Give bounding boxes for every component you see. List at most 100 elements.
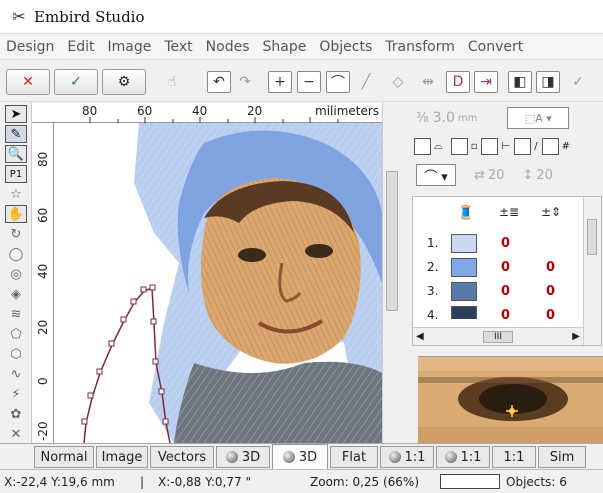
end-point-icon[interactable]: ⇥ bbox=[474, 71, 498, 93]
to-back-icon[interactable]: ◨ bbox=[536, 71, 560, 93]
remove-node-icon[interactable]: − bbox=[297, 71, 321, 93]
menu-shape[interactable]: Shape bbox=[257, 39, 314, 55]
fill-icon[interactable]: ◈ bbox=[5, 285, 27, 303]
thread-spool-icon: 🧵 bbox=[457, 205, 475, 221]
offset-position: X:-0,88 Y:0,77 " bbox=[158, 475, 251, 489]
shading-ball-icon bbox=[388, 451, 401, 463]
color-row[interactable]: 4. 0 0 bbox=[413, 305, 583, 319]
scroll-right-icon[interactable]: ▶ bbox=[572, 331, 580, 342]
tab-vectors[interactable]: Vectors bbox=[150, 446, 214, 468]
add-node-icon[interactable]: + bbox=[268, 71, 292, 93]
menu-nodes[interactable]: Nodes bbox=[200, 39, 257, 55]
stitch-settings-button[interactable]: ⚙ bbox=[102, 69, 146, 95]
rotate-icon[interactable]: ↻ bbox=[5, 225, 27, 243]
menu-design[interactable]: Design bbox=[0, 39, 61, 55]
tab-label: 1:1 bbox=[404, 449, 426, 465]
tab-image[interactable]: Image bbox=[96, 446, 148, 468]
stamp-icon[interactable]: ◎ bbox=[5, 265, 27, 283]
color-value: 0 bbox=[546, 284, 556, 299]
option-checkbox[interactable] bbox=[450, 137, 468, 155]
hand-pan-icon[interactable]: ✋ bbox=[5, 205, 27, 223]
tab-1to1[interactable]: 1:1 bbox=[380, 446, 434, 468]
color-swatch[interactable] bbox=[451, 306, 477, 319]
color-swatch[interactable] bbox=[451, 282, 477, 301]
tab-3d-active[interactable]: 3D bbox=[272, 444, 328, 470]
color-swatch[interactable] bbox=[451, 258, 477, 277]
cross-stitch-icon[interactable]: ✕ bbox=[5, 425, 27, 443]
menu-transform[interactable]: Transform bbox=[379, 39, 462, 55]
zoom-icon[interactable]: 🔍 bbox=[5, 145, 27, 163]
zoom-one-icon[interactable]: P1 bbox=[5, 165, 27, 183]
scrollbar-thumb[interactable] bbox=[386, 171, 398, 311]
line-node-icon[interactable]: ╱ bbox=[354, 71, 378, 93]
grid-icon: # bbox=[561, 140, 570, 152]
shape-ellipse-icon[interactable]: ◯ bbox=[5, 245, 27, 263]
tab-flat[interactable]: Flat bbox=[330, 446, 378, 468]
tab-label: 3D bbox=[298, 449, 318, 465]
lasso-icon[interactable]: ☆ bbox=[5, 185, 27, 203]
menu-convert[interactable]: Convert bbox=[462, 39, 530, 55]
menu-image[interactable]: Image bbox=[101, 39, 158, 55]
start-point-icon[interactable]: D bbox=[446, 71, 470, 93]
menu-edit[interactable]: Edit bbox=[61, 39, 101, 55]
ok-button[interactable]: ✓ bbox=[54, 69, 98, 95]
color-row[interactable]: 3. 0 0 bbox=[413, 281, 583, 303]
color-table-vscroll[interactable] bbox=[583, 197, 601, 345]
scrollbar-thumb[interactable]: III bbox=[483, 330, 513, 343]
polygon-icon[interactable]: ⬠ bbox=[5, 325, 27, 343]
menu-objects[interactable]: Objects bbox=[313, 39, 379, 55]
check-tool-icon[interactable]: ✓ bbox=[566, 71, 590, 93]
option-checkbox[interactable] bbox=[414, 137, 431, 155]
curve-node-icon[interactable]: ⌒ bbox=[326, 71, 350, 93]
motif-icon[interactable]: ✿ bbox=[5, 405, 27, 423]
stitch-length-value[interactable]: 3.0 bbox=[433, 110, 455, 126]
break-node-icon[interactable]: ◇ bbox=[386, 71, 410, 93]
color-row[interactable]: 2. 0 0 bbox=[413, 257, 583, 279]
bridge-icon: ⌓ bbox=[434, 139, 443, 152]
sort-icon: ±⇕ bbox=[541, 205, 562, 219]
design-canvas[interactable] bbox=[54, 123, 382, 443]
shading-ball-icon bbox=[282, 451, 295, 463]
node-edit-icon[interactable]: ✎ bbox=[5, 125, 27, 143]
applique-icon[interactable]: ⬡ bbox=[5, 345, 27, 363]
align-icon[interactable]: ⇹ bbox=[416, 71, 440, 93]
color-table-hscroll[interactable]: ◀ III ▶ bbox=[413, 327, 583, 345]
satin-icon[interactable]: ≋ bbox=[5, 305, 27, 323]
option-checkbox[interactable] bbox=[481, 137, 499, 155]
tab-normal[interactable]: Normal bbox=[34, 446, 94, 468]
select-arrow-icon[interactable]: ➤ bbox=[5, 105, 27, 123]
scrollbar-thumb[interactable] bbox=[587, 219, 597, 255]
tab-3d[interactable]: 3D bbox=[216, 446, 270, 468]
canvas-vertical-scrollbar[interactable] bbox=[382, 103, 400, 443]
needle-icon: ✂ bbox=[12, 7, 26, 26]
cursor-position: X:-22,4 Y:19,6 mm bbox=[4, 475, 115, 489]
stitch-type-dropdown[interactable]: ⬚A ▾ bbox=[507, 107, 570, 129]
undo-icon[interactable]: ↶ bbox=[207, 71, 231, 93]
color-value: 0 bbox=[501, 236, 511, 251]
menu-text[interactable]: Text bbox=[158, 39, 199, 55]
option-checkbox[interactable] bbox=[514, 137, 532, 155]
zigzag-icon[interactable]: ⚡ bbox=[5, 385, 27, 403]
angle-a-value[interactable]: 20 bbox=[488, 168, 505, 183]
to-front-icon[interactable]: ◧ bbox=[508, 71, 532, 93]
color-row[interactable]: 1. 0 bbox=[413, 233, 583, 255]
redo-icon[interactable]: ↷ bbox=[233, 71, 257, 93]
shading-ball-icon bbox=[444, 451, 457, 463]
cancel-button[interactable]: ✕ bbox=[6, 69, 50, 95]
hand-cursor-icon[interactable]: ☝ bbox=[160, 71, 184, 93]
tab-1to1-3d[interactable]: 1:1 bbox=[436, 446, 490, 468]
color-swatch[interactable] bbox=[451, 234, 477, 253]
scroll-left-icon[interactable]: ◀ bbox=[416, 331, 424, 342]
tab-1to1-flat[interactable]: 1:1 bbox=[492, 446, 536, 468]
ruler-left-tick: 80 bbox=[36, 151, 50, 167]
tab-label: 1:1 bbox=[460, 449, 482, 465]
vector-node-path[interactable] bbox=[81, 284, 171, 443]
angle-b-value[interactable]: 20 bbox=[536, 168, 553, 183]
option-checkbox[interactable] bbox=[541, 137, 559, 155]
path-icon[interactable]: ∿ bbox=[5, 365, 27, 383]
stitch-length-icon: ⅜ bbox=[416, 110, 429, 126]
curve-type-dropdown[interactable]: ⌒ ▾ bbox=[416, 164, 456, 186]
tab-sim[interactable]: Sim bbox=[538, 446, 586, 468]
slash-icon: / bbox=[534, 140, 538, 152]
color-value: 0 bbox=[546, 308, 556, 319]
